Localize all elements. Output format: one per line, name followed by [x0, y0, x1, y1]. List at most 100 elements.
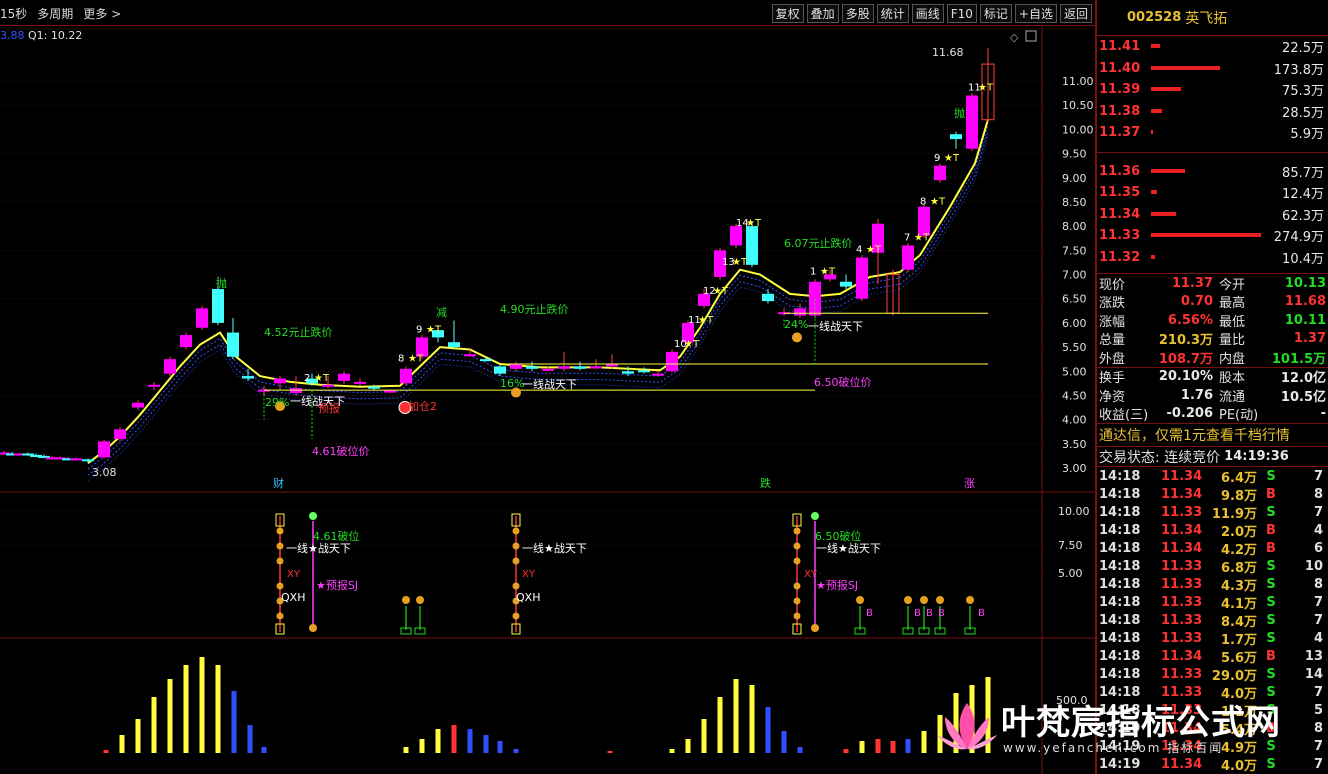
mid-battle-1: 一线★战天下 — [286, 541, 351, 555]
marker-rise: 涨 — [964, 477, 975, 490]
tick-time: 14:18 — [1099, 468, 1141, 484]
tick-time: 14:18 — [1099, 630, 1141, 646]
trade-status-time: 14:19:36 — [1224, 449, 1289, 464]
trade-status-label: 交易状态: 连续竞价 — [1099, 449, 1221, 466]
tick-row[interactable]: 14:18 11.33 1.7万 S 4 — [1097, 629, 1328, 648]
tick-row[interactable]: 14:18 11.34 6.4万 S 7 — [1097, 467, 1328, 486]
chart-canvas[interactable]: 2 ★T8 ★T9 ★T10★T11★T12★T13★T14★T1 ★T4 ★T7 ★T8 ★… — [0, 26, 1095, 774]
bids-row[interactable]: 11.34 62.3万 — [1097, 204, 1328, 226]
asks-row[interactable]: 11.41 22.5万 — [1097, 36, 1328, 58]
asks-price: 11.37 — [1099, 125, 1141, 141]
tick-volume: 5.6万 — [1220, 650, 1257, 666]
star-icon: ★T — [746, 218, 762, 229]
volume-bar — [669, 749, 675, 753]
window-toggle-icon[interactable] — [1025, 30, 1037, 42]
tick-volume: 4.3万 — [1220, 578, 1257, 594]
candle-body — [746, 226, 758, 265]
candle-body — [227, 332, 239, 357]
star-index-label: 8 — [398, 354, 404, 365]
tick-row[interactable]: 14:18 11.33 29.0万 S 14 — [1097, 665, 1328, 684]
diamond-icon[interactable]: ◇ — [1010, 31, 1019, 44]
bids-row[interactable]: 11.32 10.4万 — [1097, 247, 1328, 269]
candle-body — [652, 373, 664, 376]
tick-count: 7 — [1313, 612, 1323, 628]
volume-bar — [859, 741, 865, 753]
star-icon: ★T — [698, 315, 714, 326]
volume-bar — [435, 729, 441, 753]
volume-bar — [685, 739, 691, 753]
tick-row[interactable]: 14:18 11.33 8.4万 S 7 — [1097, 611, 1328, 630]
mark-button[interactable]: 标记 — [979, 4, 1012, 23]
volume-bar — [765, 707, 771, 753]
add-watchlist-button[interactable]: +自选 — [1014, 4, 1057, 23]
period-15s[interactable]: 15秒 — [0, 5, 27, 22]
volume-bar — [781, 731, 787, 753]
star-icon: ★T — [978, 83, 994, 94]
statistics-button[interactable]: 统计 — [876, 4, 909, 23]
asks-row[interactable]: 11.39 75.3万 — [1097, 79, 1328, 101]
multi-period[interactable]: 多周期 — [37, 5, 73, 22]
money-bag-icon — [793, 582, 801, 590]
volume-bar — [467, 729, 473, 753]
tick-count: 14 — [1304, 666, 1323, 682]
tick-volume: 4.1万 — [1220, 596, 1257, 612]
money-bag-icon — [936, 596, 944, 604]
price-axis-label: 5.50 — [1062, 341, 1087, 354]
header-left-value: 3.88 — [0, 29, 25, 42]
draw-line-button[interactable]: 画线 — [911, 4, 944, 23]
stop-fall-price-2: 4.90元止跌价 — [500, 302, 569, 316]
asks-volume-bar — [1151, 44, 1160, 48]
asks-row[interactable]: 11.40 173.8万 — [1097, 58, 1328, 80]
f10-button[interactable]: F10 — [946, 4, 977, 23]
back-button[interactable]: 返回 — [1059, 4, 1092, 23]
asks-row[interactable]: 11.38 28.5万 — [1097, 101, 1328, 123]
tick-row[interactable]: 14:18 11.34 5.6万 B 13 — [1097, 647, 1328, 666]
volume-bar — [607, 751, 613, 753]
tick-direction: B — [1266, 522, 1276, 538]
tick-row[interactable]: 14:18 11.34 4.2万 B 6 — [1097, 539, 1328, 558]
bid-book: 11.36 85.7万 11.35 12.4万 11.34 62.3万 11.33 274.9… — [1097, 161, 1328, 269]
bids-row[interactable]: 11.36 85.7万 — [1097, 161, 1328, 183]
tick-row[interactable]: 14:18 11.33 6.8万 S 10 — [1097, 557, 1328, 576]
multi-stock-button[interactable]: 多股 — [841, 4, 874, 23]
asks-row[interactable]: 11.37 5.9万 — [1097, 122, 1328, 144]
asks-volume-bar — [1151, 87, 1181, 91]
money-bag-icon — [276, 612, 284, 620]
tick-count: 8 — [1313, 576, 1323, 592]
promo-banner[interactable]: 通达信，仅需1元查看千档行情 — [1097, 423, 1328, 446]
candle-body — [148, 384, 160, 387]
stat-label: 流通 — [1219, 389, 1246, 405]
stat-value: 11.68 — [1284, 294, 1326, 310]
restore-rights-button[interactable]: 复权 — [771, 4, 804, 23]
asks-volume-bar — [1151, 108, 1162, 113]
percent-1: 29% — [265, 396, 289, 409]
tick-price: 11.33 — [1161, 594, 1203, 610]
money-bag-icon — [966, 596, 974, 604]
tick-row[interactable]: 14:18 11.33 4.1万 S 7 — [1097, 593, 1328, 612]
overlay-button[interactable]: 叠加 — [806, 4, 839, 23]
k-line-chart[interactable]: 2 ★T 8 ★T 9 ★T 10 ★T 11 ★T 12 ★T 13 ★T 14 ★T 1 ★T 4 ★T 7 ★T 8 ★… — [0, 26, 1095, 774]
candle-body — [840, 281, 852, 287]
star-index-label: 9 — [934, 153, 940, 164]
tick-row[interactable]: 14:18 11.33 4.3万 S 8 — [1097, 575, 1328, 594]
watermark-subtitle: www.yefanchen.com 指标百闻 — [1003, 741, 1224, 755]
mid-forecast-1: ★预报SJ — [316, 578, 358, 592]
tick-row[interactable]: 14:18 11.33 11.9万 S 7 — [1097, 503, 1328, 522]
candle-body — [526, 366, 538, 369]
tick-price: 11.34 — [1161, 486, 1203, 502]
candle-body — [338, 373, 350, 381]
asks-volume: 75.3万 — [1282, 84, 1324, 100]
tick-row[interactable]: 14:18 11.34 9.8万 B 8 — [1097, 485, 1328, 504]
tick-volume: 29.0万 — [1211, 668, 1257, 684]
money-bag-icon — [276, 542, 284, 550]
volume-bar — [403, 747, 409, 753]
bids-volume: 274.9万 — [1273, 230, 1324, 246]
candle-body — [212, 289, 224, 323]
tick-count: 7 — [1313, 468, 1323, 484]
tick-row[interactable]: 14:18 11.34 2.0万 B 4 — [1097, 521, 1328, 540]
bids-row[interactable]: 11.35 12.4万 — [1097, 182, 1328, 204]
more-menu[interactable]: 更多 > — [83, 5, 121, 22]
sell-label-2: 抛 — [954, 106, 965, 120]
candle-body — [400, 368, 412, 384]
bids-row[interactable]: 11.33 274.9万 — [1097, 225, 1328, 247]
